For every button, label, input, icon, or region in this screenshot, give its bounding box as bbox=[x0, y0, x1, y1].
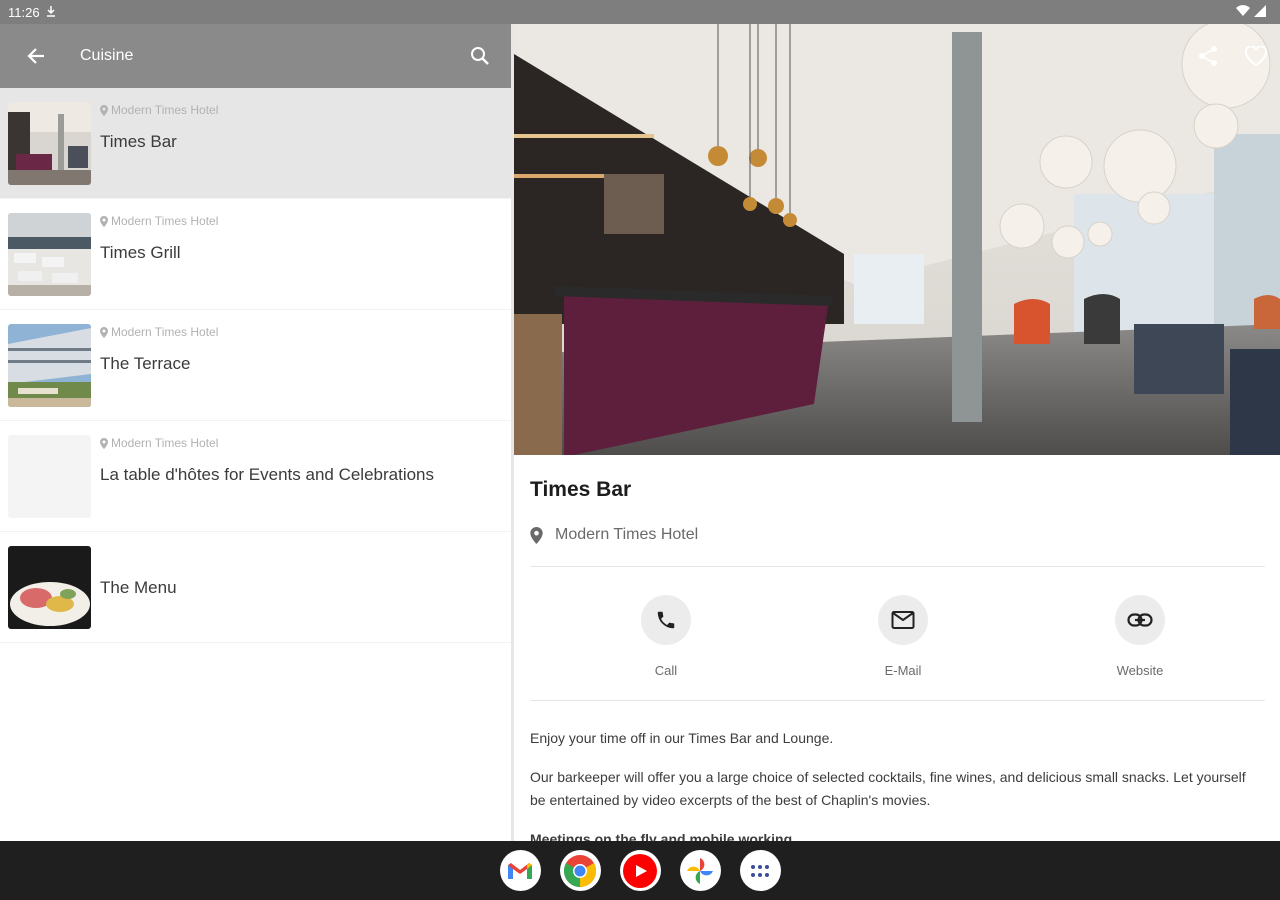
status-bar: 11:26 bbox=[0, 0, 1280, 24]
detail-location-text: Modern Times Hotel bbox=[555, 526, 699, 543]
email-icon bbox=[891, 611, 915, 629]
list-item-title: The Menu bbox=[100, 578, 177, 597]
share-icon bbox=[1199, 46, 1217, 66]
list-item-location: Modern Times Hotel bbox=[100, 324, 218, 340]
gmail-icon[interactable] bbox=[499, 850, 541, 891]
description: Enjoy your time off in our Times Bar and… bbox=[530, 727, 1265, 841]
search-icon bbox=[471, 47, 489, 65]
description-paragraph: Our barkeeper will offer you a large cho… bbox=[530, 769, 1246, 808]
wifi-icon bbox=[1236, 4, 1250, 20]
list-item-title: La table d'hôtes for Events and Celebrat… bbox=[100, 465, 435, 484]
location-pin-icon bbox=[100, 215, 108, 227]
taskbar bbox=[0, 841, 1280, 900]
share-button[interactable] bbox=[1196, 44, 1220, 68]
description-paragraph: Enjoy your time off in our Times Bar and… bbox=[530, 730, 834, 746]
app-bar-title: Cuisine bbox=[80, 47, 134, 64]
list-item[interactable]: Modern Times Hotel Times Bar bbox=[0, 88, 512, 199]
app-bar: Cuisine bbox=[0, 24, 512, 88]
call-label: Call bbox=[654, 663, 678, 678]
thumbnail-image bbox=[8, 102, 91, 185]
list-pane: Cuisine Modern Times Hotel Times Bar Mod… bbox=[0, 24, 512, 841]
detail-location[interactable]: Modern Times Hotel bbox=[530, 526, 1264, 544]
thumbnail-image bbox=[8, 324, 91, 407]
contact-actions: Call E-Mail Website bbox=[530, 567, 1264, 700]
youtube-icon[interactable] bbox=[619, 850, 661, 891]
status-time: 11:26 bbox=[8, 4, 40, 20]
list-item[interactable]: Modern Times Hotel Times Grill bbox=[0, 199, 512, 310]
list-item-location-text: Modern Times Hotel bbox=[111, 214, 219, 228]
detail-pane: Times Bar Modern Times Hotel Call E-Mail… bbox=[514, 24, 1280, 841]
description-heading: Meetings on the fly and mobile working bbox=[530, 831, 793, 841]
thumbnail-placeholder bbox=[8, 435, 91, 518]
list-item-location-text: Modern Times Hotel bbox=[111, 436, 219, 450]
app-drawer-icon[interactable] bbox=[739, 850, 781, 891]
website-button[interactable]: Website bbox=[1100, 595, 1180, 700]
location-pin-icon bbox=[100, 437, 108, 449]
list-item-location: Modern Times Hotel bbox=[100, 213, 218, 229]
list-item-location: Modern Times Hotel bbox=[100, 102, 218, 118]
search-button[interactable] bbox=[448, 24, 512, 88]
list-item[interactable]: The Menu bbox=[0, 532, 512, 643]
heart-outline-icon bbox=[1245, 46, 1267, 66]
list-item-title: The Terrace bbox=[100, 354, 191, 373]
location-pin-icon bbox=[100, 326, 108, 338]
list-item-title: Times Grill bbox=[100, 243, 181, 262]
list-item-location-text: Modern Times Hotel bbox=[111, 325, 219, 339]
location-pin-icon bbox=[530, 526, 543, 544]
thumbnail-image bbox=[8, 213, 91, 296]
download-icon bbox=[46, 5, 56, 20]
phone-icon bbox=[657, 611, 675, 629]
website-label: Website bbox=[1116, 663, 1164, 678]
list-item[interactable]: Modern Times Hotel The Terrace bbox=[0, 310, 512, 421]
email-button[interactable]: E-Mail bbox=[863, 595, 943, 700]
back-button[interactable] bbox=[0, 24, 72, 88]
list-item-title: Times Bar bbox=[100, 132, 177, 151]
favorite-button[interactable] bbox=[1244, 44, 1268, 68]
thumbnail-image bbox=[8, 546, 91, 629]
link-icon bbox=[1127, 613, 1153, 627]
hero-image bbox=[514, 24, 1280, 455]
signal-icon bbox=[1254, 4, 1266, 20]
divider bbox=[530, 700, 1265, 701]
detail-title: Times Bar bbox=[530, 478, 632, 501]
detail-content: Times Bar Modern Times Hotel Call E-Mail… bbox=[514, 478, 1280, 841]
chrome-icon[interactable] bbox=[559, 850, 601, 891]
list-item-location: Modern Times Hotel bbox=[100, 435, 434, 451]
arrow-back-icon bbox=[27, 48, 44, 64]
location-pin-icon bbox=[100, 104, 108, 116]
list-item-location-text: Modern Times Hotel bbox=[111, 103, 219, 117]
list-item[interactable]: Modern Times Hotel La table d'hôtes for … bbox=[0, 421, 512, 532]
email-label: E-Mail bbox=[884, 663, 922, 678]
restaurant-list: Modern Times Hotel Times Bar Modern Time… bbox=[0, 88, 512, 643]
hero-actions bbox=[1196, 44, 1268, 68]
call-button[interactable]: Call bbox=[626, 595, 706, 700]
photos-icon[interactable] bbox=[679, 850, 721, 891]
